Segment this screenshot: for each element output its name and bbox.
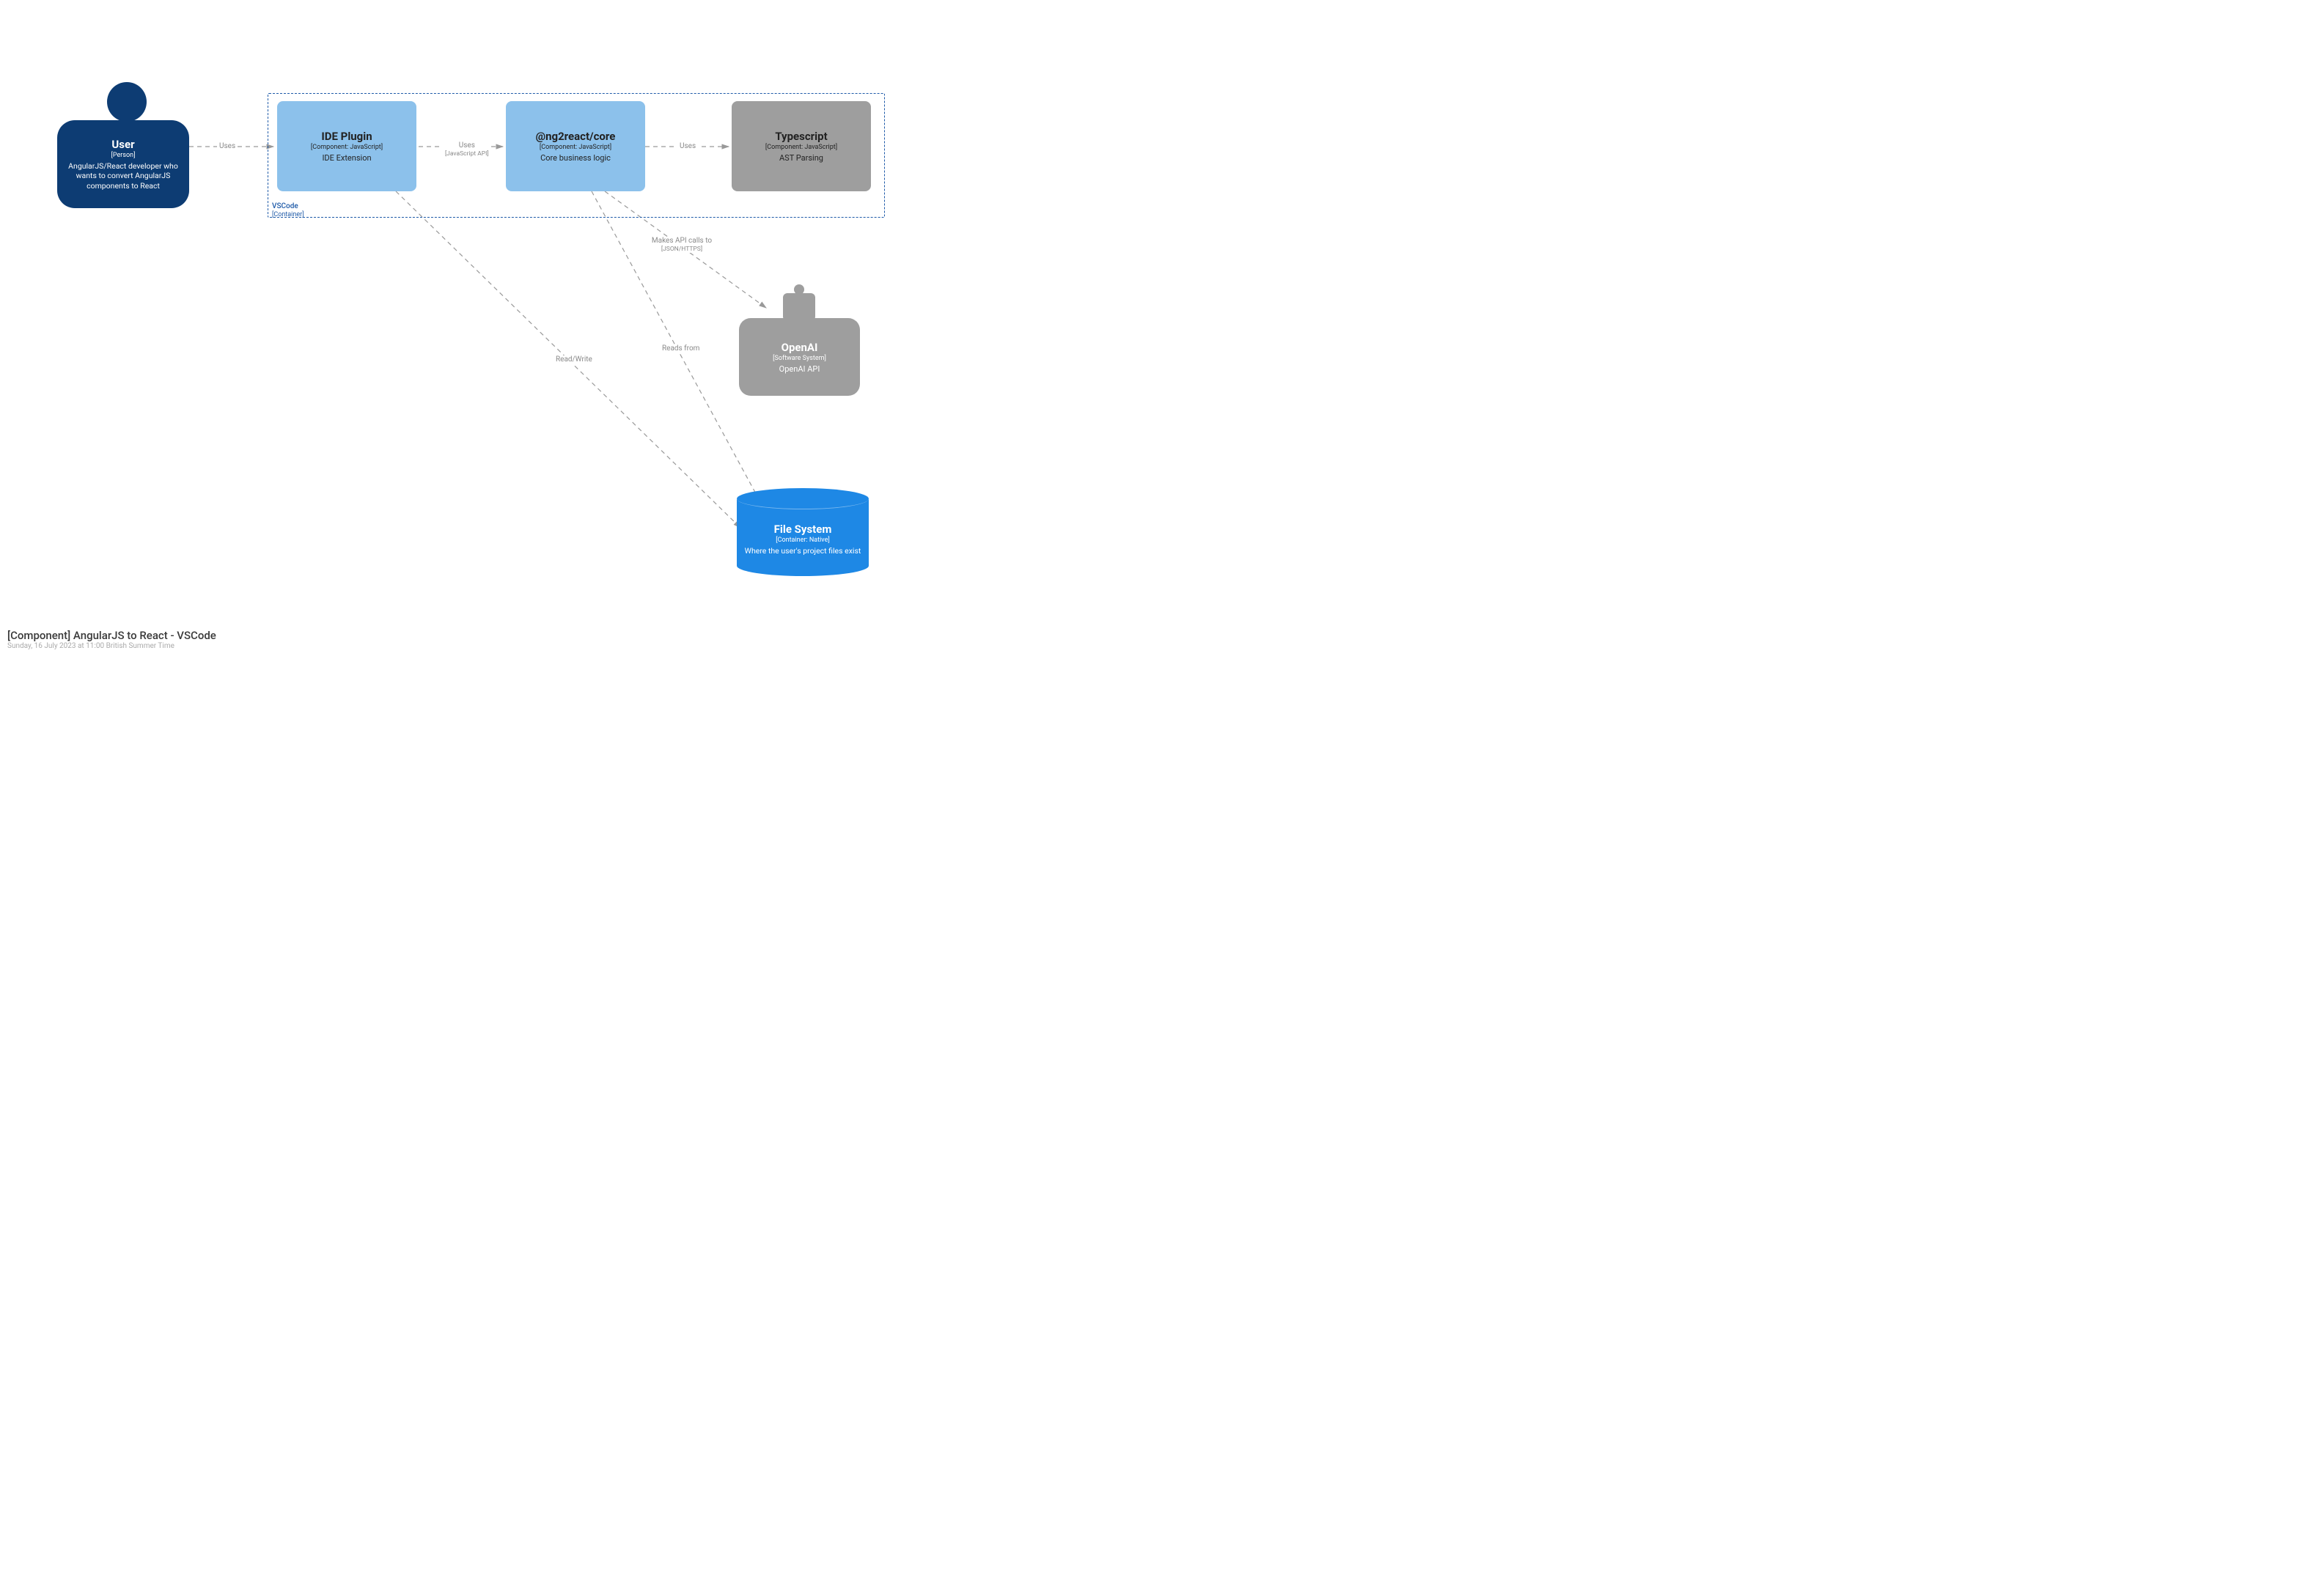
user-meta: [Person] bbox=[111, 152, 136, 159]
db-text: File System [Container: Native] Where th… bbox=[737, 523, 869, 556]
user-title: User bbox=[111, 138, 134, 151]
edge-label-sub: [JavaScript API] bbox=[445, 150, 489, 158]
edge-core-fs-label: Reads from bbox=[660, 344, 702, 353]
ide-plugin-title: IDE Plugin bbox=[321, 130, 372, 143]
person-body-shape: User [Person] AngularJS/React developer … bbox=[57, 120, 189, 208]
footer-title: [Component] AngularJS to React - VSCode bbox=[7, 629, 216, 642]
edge-label-text: Reads from bbox=[662, 344, 699, 353]
openai-title: OpenAI bbox=[782, 341, 818, 354]
person-head-shape bbox=[107, 82, 147, 122]
openai-meta: [Software System] bbox=[773, 355, 826, 362]
edge-core-openai-label: Makes API calls to [JSON/HTTPS] bbox=[641, 237, 722, 253]
edge-user-ide-label: Uses bbox=[217, 142, 238, 151]
user-desc: AngularJS/React developer who wants to c… bbox=[65, 161, 182, 191]
footer-sub: Sunday, 16 July 2023 at 11:00 British Su… bbox=[7, 642, 216, 650]
fs-desc: Where the user's project files exist bbox=[737, 546, 869, 556]
openai-desc: OpenAI API bbox=[779, 364, 820, 374]
edge-label-text: Makes API calls to bbox=[644, 237, 720, 246]
typescript-meta: [Component: JavaScript] bbox=[765, 144, 837, 151]
core-desc: Core business logic bbox=[540, 153, 611, 163]
core-node: @ng2react/core [Component: JavaScript] C… bbox=[506, 101, 645, 191]
fs-meta: [Container: Native] bbox=[737, 537, 869, 544]
edge-label-text: Uses bbox=[680, 142, 696, 150]
ide-plugin-node: IDE Plugin [Component: JavaScript] IDE E… bbox=[277, 101, 416, 191]
robot-head-shape bbox=[783, 293, 815, 321]
typescript-title: Typescript bbox=[775, 130, 827, 143]
core-meta: [Component: JavaScript] bbox=[540, 144, 611, 151]
openai-node: OpenAI [Software System] OpenAI API bbox=[739, 284, 860, 405]
file-system-node: File System [Container: Native] Where th… bbox=[737, 490, 869, 576]
edge-core-ts-label: Uses bbox=[677, 142, 698, 151]
edge-label-text: Uses bbox=[219, 142, 235, 150]
fs-title: File System bbox=[737, 523, 869, 536]
container-name: VSCode bbox=[272, 202, 304, 211]
container-meta: [Container] bbox=[272, 211, 304, 220]
ide-plugin-desc: IDE Extension bbox=[322, 153, 371, 163]
core-title: @ng2react/core bbox=[536, 130, 616, 143]
typescript-node: Typescript [Component: JavaScript] AST P… bbox=[732, 101, 871, 191]
vscode-container-label: VSCode [Container] bbox=[272, 202, 304, 220]
edge-ide-fs-label: Read/Write bbox=[554, 355, 595, 364]
edge-label-sub: [JSON/HTTPS] bbox=[644, 246, 720, 253]
edge-label-text: Uses bbox=[445, 141, 489, 150]
robot-body-shape: OpenAI [Software System] OpenAI API bbox=[739, 318, 860, 396]
user-node: User [Person] AngularJS/React developer … bbox=[57, 82, 189, 214]
typescript-desc: AST Parsing bbox=[779, 153, 823, 163]
ide-plugin-meta: [Component: JavaScript] bbox=[311, 144, 383, 151]
edge-ide-core-label: Uses [JavaScript API] bbox=[443, 141, 491, 158]
edge-label-text: Read/Write bbox=[556, 355, 592, 364]
diagram-footer: [Component] AngularJS to React - VSCode … bbox=[7, 629, 216, 650]
